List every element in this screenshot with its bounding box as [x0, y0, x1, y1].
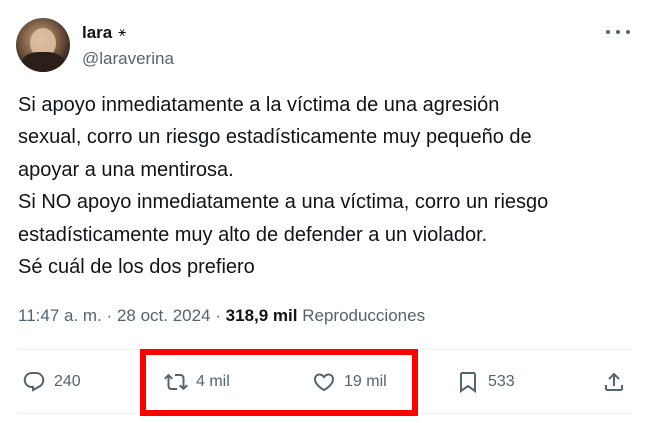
tweet-header: lara ⚹ @laraverina [16, 18, 632, 74]
divider [18, 349, 632, 350]
tweet-line: Si NO apoyo inmediatamente a una víctima… [18, 191, 549, 214]
author-name-row[interactable]: lara ⚹ [82, 23, 126, 43]
author-display-name[interactable]: lara [82, 23, 112, 43]
dot [626, 30, 630, 34]
like-count: 19 mil [344, 373, 387, 390]
bookmark-icon [460, 372, 476, 393]
tweet-line: Si apoyo inmediatamente a la víctima de … [18, 94, 500, 116]
share-button[interactable] [602, 360, 626, 404]
avatar[interactable] [16, 18, 70, 72]
action-bar: 240 4 mil 19 mil 533 [18, 360, 632, 404]
tweet-line: apoyar a una mentirosa. [18, 158, 234, 181]
retweet-count: 4 mil [196, 373, 230, 390]
views-label: Reproducciones [302, 306, 426, 325]
bookmark-button[interactable]: 533 [456, 360, 515, 404]
divider [18, 413, 632, 414]
dot [606, 30, 610, 34]
tweet-date[interactable]: 28 oct. 2024 [117, 306, 211, 325]
bookmark-count: 533 [488, 373, 515, 390]
meta-separator: · [215, 306, 221, 325]
heart-icon [313, 373, 335, 392]
tweet-text: Si apoyo inmediatamente a la víctima de … [18, 89, 630, 283]
views-count: 318,9 mil [225, 306, 298, 325]
tweet-meta: 11:47 a. m. · 28 oct. 2024 · 318,9 mil R… [18, 305, 425, 327]
reply-bubble-icon [23, 372, 45, 392]
share-upload-icon [605, 372, 623, 391]
tweet-time[interactable]: 11:47 a. m. [18, 306, 102, 325]
tweet-line: sexual, corro un riesgo estadísticamente… [18, 126, 532, 149]
reply-count: 240 [54, 373, 81, 390]
retweet-button[interactable]: 4 mil [164, 360, 230, 404]
dot [616, 30, 620, 34]
tweet-line: Sé cuál de los dos prefiero [18, 256, 255, 279]
meta-separator: · [106, 306, 113, 325]
like-button[interactable]: 19 mil [312, 360, 387, 404]
reply-button[interactable]: 240 [22, 360, 81, 404]
author-handle[interactable]: @laraverina [82, 49, 174, 69]
tweet-line: estadísticamente muy alto de defender a … [18, 223, 488, 246]
more-dots-icon[interactable] [606, 22, 630, 42]
retweet-arrows-icon [164, 373, 188, 391]
name-glyph: ⚹ [118, 25, 127, 40]
